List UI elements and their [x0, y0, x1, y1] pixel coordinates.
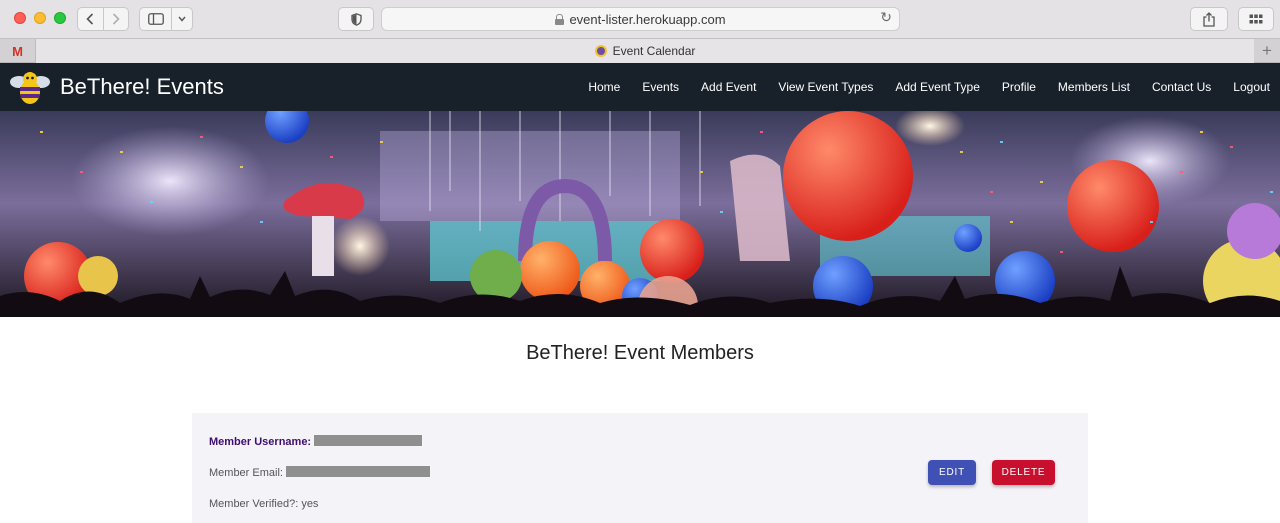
- tab-favicon-icon: [594, 45, 607, 57]
- member-username: Member Username:: [209, 435, 423, 448]
- edit-button[interactable]: EDIT: [928, 460, 976, 485]
- brand-name: BeThere! Events: [60, 74, 224, 99]
- nav-profile[interactable]: Profile: [1002, 80, 1036, 94]
- nav-view-event-types[interactable]: View Event Types: [778, 80, 873, 94]
- reload-icon[interactable]: ↻: [880, 10, 892, 26]
- pinned-tab-gmail[interactable]: M: [0, 39, 36, 63]
- browser-toolbar: event-lister.herokuapp.com ↻: [0, 0, 1280, 38]
- redacted-username: [314, 435, 423, 446]
- main-nav: Home Events Add Event View Event Types A…: [566, 63, 1270, 111]
- nav-members-list[interactable]: Members List: [1058, 80, 1130, 94]
- redacted-email: [285, 466, 430, 477]
- site-navbar: BeThere! Events Home Events Add Event Vi…: [0, 63, 1280, 111]
- address-url[interactable]: event-lister.herokuapp.com: [382, 12, 899, 27]
- nav-contact-us[interactable]: Contact Us: [1152, 80, 1211, 94]
- minimize-window-button[interactable]: [34, 12, 46, 24]
- new-tab-button[interactable]: +: [1254, 39, 1280, 63]
- member-email: Member Email:: [209, 466, 430, 479]
- bee-logo: [10, 68, 50, 104]
- member-verified: Member Verified?: yes: [209, 498, 319, 510]
- share-button[interactable]: [1190, 7, 1228, 31]
- sidebar-button[interactable]: [140, 8, 171, 30]
- delete-button[interactable]: DELETE: [992, 460, 1055, 485]
- nav-add-event-type[interactable]: Add Event Type: [895, 80, 980, 94]
- back-icon: [86, 13, 94, 25]
- share-icon: [1203, 11, 1215, 27]
- tab-title: Event Calendar: [612, 44, 696, 58]
- zoom-window-button[interactable]: [54, 12, 66, 24]
- sidebar-toggle-group: [139, 7, 193, 31]
- nav-logout[interactable]: Logout: [1233, 80, 1270, 94]
- shield-icon: [350, 12, 362, 26]
- close-window-button[interactable]: [14, 12, 26, 24]
- forward-button[interactable]: [102, 8, 128, 30]
- member-username-label: Member Username:: [209, 436, 312, 448]
- tab-overview-icon: [1249, 14, 1263, 24]
- chevron-down-icon: [178, 16, 186, 22]
- back-button[interactable]: [78, 8, 103, 30]
- address-bar[interactable]: event-lister.herokuapp.com ↻: [381, 7, 900, 31]
- gmail-icon: M: [12, 43, 23, 59]
- history-nav-group: [77, 7, 129, 31]
- hero-banner-image: [0, 111, 1280, 317]
- tab-overview-button[interactable]: [1238, 7, 1274, 31]
- privacy-report-button[interactable]: [338, 7, 374, 31]
- brand[interactable]: BeThere! Events: [10, 68, 224, 106]
- nav-events[interactable]: Events: [642, 80, 679, 94]
- url-text: event-lister.herokuapp.com: [569, 12, 726, 27]
- member-card: Member Username: Member Email: Member Ve…: [192, 413, 1088, 523]
- forward-icon: [112, 13, 120, 25]
- lock-icon: [555, 14, 565, 25]
- active-tab[interactable]: Event Calendar: [36, 39, 1254, 63]
- sidebar-menu-button[interactable]: [171, 8, 192, 30]
- page-title: BeThere! Event Members: [526, 342, 754, 364]
- sidebar-icon: [147, 13, 164, 25]
- nav-home[interactable]: Home: [588, 80, 620, 94]
- member-email-label: Member Email:: [209, 467, 283, 479]
- nav-add-event[interactable]: Add Event: [701, 80, 756, 94]
- tab-bar: M Event Calendar +: [0, 38, 1280, 63]
